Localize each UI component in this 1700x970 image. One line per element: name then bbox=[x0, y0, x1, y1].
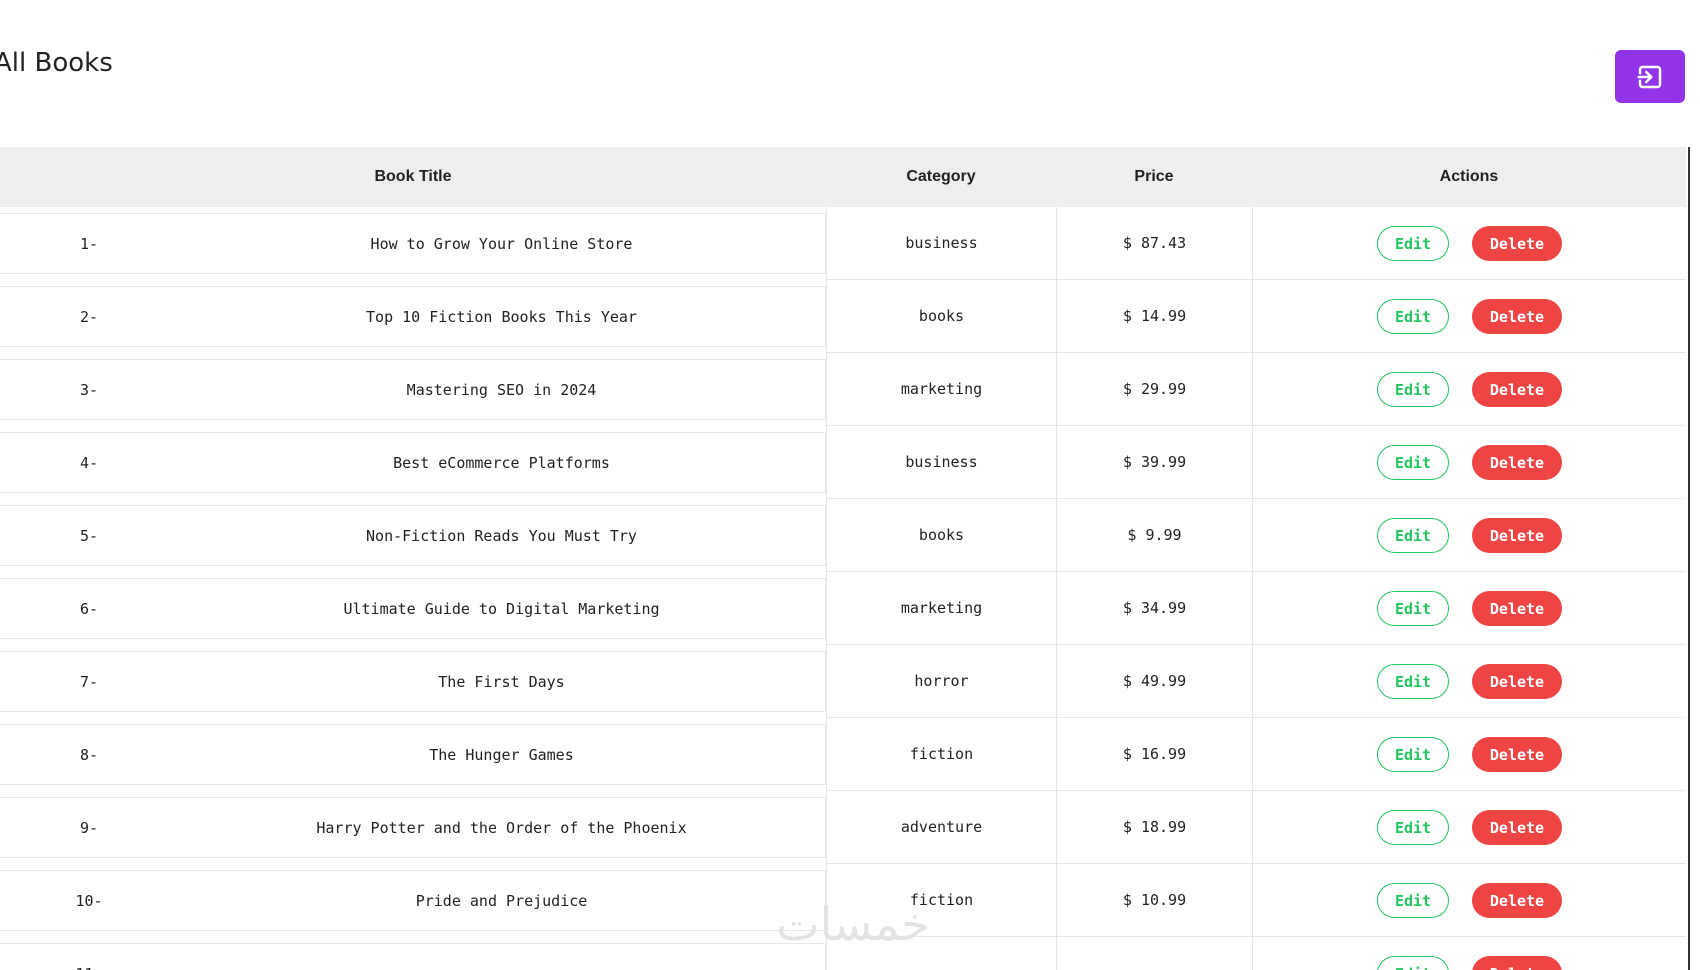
actions-cell bbox=[1252, 937, 1686, 970]
delete-button[interactable]: Delete bbox=[1472, 372, 1562, 407]
row-number: 4- bbox=[0, 432, 178, 493]
table-row: 2- Top 10 Fiction Books This Year books $ 1… bbox=[0, 280, 1686, 353]
table-row: 1- How to Grow Your Online Store business $… bbox=[0, 207, 1686, 280]
book-title: Harry Potter and the Order of the Phoeni… bbox=[178, 797, 826, 858]
book-title: Best eCommerce Platforms bbox=[178, 432, 826, 493]
books-table: Book Title Category Price Actions 1- How … bbox=[0, 147, 1690, 970]
table-row: 8- The Hunger Games fiction $ 16.99 Edit Dele… bbox=[0, 718, 1686, 791]
delete-button[interactable]: Delete bbox=[1472, 810, 1562, 845]
table-row: 10- Pride and Prejudice fiction $ 10.99 Edit… bbox=[0, 864, 1686, 937]
edit-button[interactable]: Edit bbox=[1377, 226, 1449, 261]
book-title: The Hunger Games bbox=[178, 724, 826, 785]
actions-cell bbox=[1252, 645, 1686, 718]
book-price: $ 16.99 bbox=[1056, 718, 1252, 791]
logout-arrow-icon bbox=[1637, 65, 1662, 88]
book-category: books bbox=[826, 280, 1056, 353]
book-category bbox=[826, 937, 1056, 970]
edit-button[interactable]: Edit bbox=[1377, 810, 1449, 845]
book-category: fiction bbox=[826, 718, 1056, 791]
book-category: marketing bbox=[826, 572, 1056, 645]
delete-button[interactable]: Delete bbox=[1472, 737, 1562, 772]
table-row: 3- Mastering SEO in 2024 marketing $ 29.99 E… bbox=[0, 353, 1686, 426]
actions-cell bbox=[1252, 572, 1686, 645]
book-category: adventure bbox=[826, 791, 1056, 864]
book-price bbox=[1056, 937, 1252, 970]
book-price: $ 18.99 bbox=[1056, 791, 1252, 864]
edit-button[interactable]: Edit bbox=[1377, 591, 1449, 626]
row-number: 3- bbox=[0, 359, 178, 420]
table-row: 11- Edit Delete bbox=[0, 937, 1686, 970]
book-title: Top 10 Fiction Books This Year bbox=[178, 286, 826, 347]
actions-cell bbox=[1252, 499, 1686, 572]
table-row: 4- Best eCommerce Platforms business $ 39.9… bbox=[0, 426, 1686, 499]
logout-button[interactable] bbox=[1615, 50, 1685, 103]
row-number: 6- bbox=[0, 578, 178, 639]
row-number: 8- bbox=[0, 724, 178, 785]
actions-cell bbox=[1252, 280, 1686, 353]
column-header-category: Category bbox=[906, 168, 976, 185]
actions-cell bbox=[1252, 718, 1686, 791]
delete-button[interactable]: Delete bbox=[1472, 445, 1562, 480]
column-header-price: Price bbox=[1134, 168, 1174, 185]
book-category: fiction bbox=[826, 864, 1056, 937]
table-row: 5- Non-Fiction Reads You Must Try books $ 9… bbox=[0, 499, 1686, 572]
book-title bbox=[178, 943, 826, 970]
row-number: 9- bbox=[0, 797, 178, 858]
book-price: $ 87.43 bbox=[1056, 207, 1252, 280]
actions-cell bbox=[1252, 207, 1686, 280]
actions-cell bbox=[1252, 353, 1686, 426]
actions-cell bbox=[1252, 426, 1686, 499]
book-title: The First Days bbox=[178, 651, 826, 712]
book-price: $ 14.99 bbox=[1056, 280, 1252, 353]
column-header-title: Book Title bbox=[374, 168, 452, 185]
delete-button[interactable]: Delete bbox=[1472, 299, 1562, 334]
delete-button[interactable]: Delete bbox=[1472, 518, 1562, 553]
delete-button[interactable]: Delete bbox=[1472, 664, 1562, 699]
edit-button[interactable]: Edit bbox=[1377, 372, 1449, 407]
table-row: 7- The First Days horror $ 49.99 Edit Delete bbox=[0, 645, 1686, 718]
row-number: 7- bbox=[0, 651, 178, 712]
row-number: 2- bbox=[0, 286, 178, 347]
book-category: marketing bbox=[826, 353, 1056, 426]
book-price: $ 9.99 bbox=[1056, 499, 1252, 572]
edit-button[interactable]: Edit bbox=[1377, 445, 1449, 480]
edit-button[interactable]: Edit bbox=[1377, 299, 1449, 334]
page: All Books Book Title Category Price Acti… bbox=[0, 0, 1700, 970]
table-row: 6- Ultimate Guide to Digital Marketing mar… bbox=[0, 572, 1686, 645]
row-number: 5- bbox=[0, 505, 178, 566]
book-price: $ 39.99 bbox=[1056, 426, 1252, 499]
book-title: Pride and Prejudice bbox=[178, 870, 826, 931]
book-category: books bbox=[826, 499, 1056, 572]
edit-button[interactable]: Edit bbox=[1377, 518, 1449, 553]
book-title: How to Grow Your Online Store bbox=[178, 213, 826, 274]
book-price: $ 10.99 bbox=[1056, 864, 1252, 937]
row-number: 1- bbox=[0, 213, 178, 274]
column-header-actions: Actions bbox=[1439, 168, 1499, 185]
table-header: Book Title Category Price Actions bbox=[0, 147, 1686, 207]
book-title: Non-Fiction Reads You Must Try bbox=[178, 505, 826, 566]
actions-cell bbox=[1252, 791, 1686, 864]
edit-button[interactable]: Edit bbox=[1377, 737, 1449, 772]
book-category: business bbox=[826, 207, 1056, 280]
delete-button[interactable]: Delete bbox=[1472, 226, 1562, 261]
book-price: $ 29.99 bbox=[1056, 353, 1252, 426]
book-title: Ultimate Guide to Digital Marketing bbox=[178, 578, 826, 639]
book-category: horror bbox=[826, 645, 1056, 718]
delete-button[interactable]: Delete bbox=[1472, 883, 1562, 918]
page-title: All Books bbox=[0, 48, 113, 78]
book-category: business bbox=[826, 426, 1056, 499]
book-price: $ 34.99 bbox=[1056, 572, 1252, 645]
actions-cell bbox=[1252, 864, 1686, 937]
book-price: $ 49.99 bbox=[1056, 645, 1252, 718]
book-title: Mastering SEO in 2024 bbox=[178, 359, 826, 420]
row-number: 11- bbox=[0, 943, 178, 970]
delete-button[interactable]: Delete bbox=[1472, 591, 1562, 626]
delete-button[interactable]: Delete bbox=[1472, 956, 1562, 970]
table-row: 9- Harry Potter and the Order of the Phoe… bbox=[0, 791, 1686, 864]
row-number: 10- bbox=[0, 870, 178, 931]
edit-button[interactable]: Edit bbox=[1377, 883, 1449, 918]
edit-button[interactable]: Edit bbox=[1377, 664, 1449, 699]
edit-button[interactable]: Edit bbox=[1377, 956, 1449, 970]
